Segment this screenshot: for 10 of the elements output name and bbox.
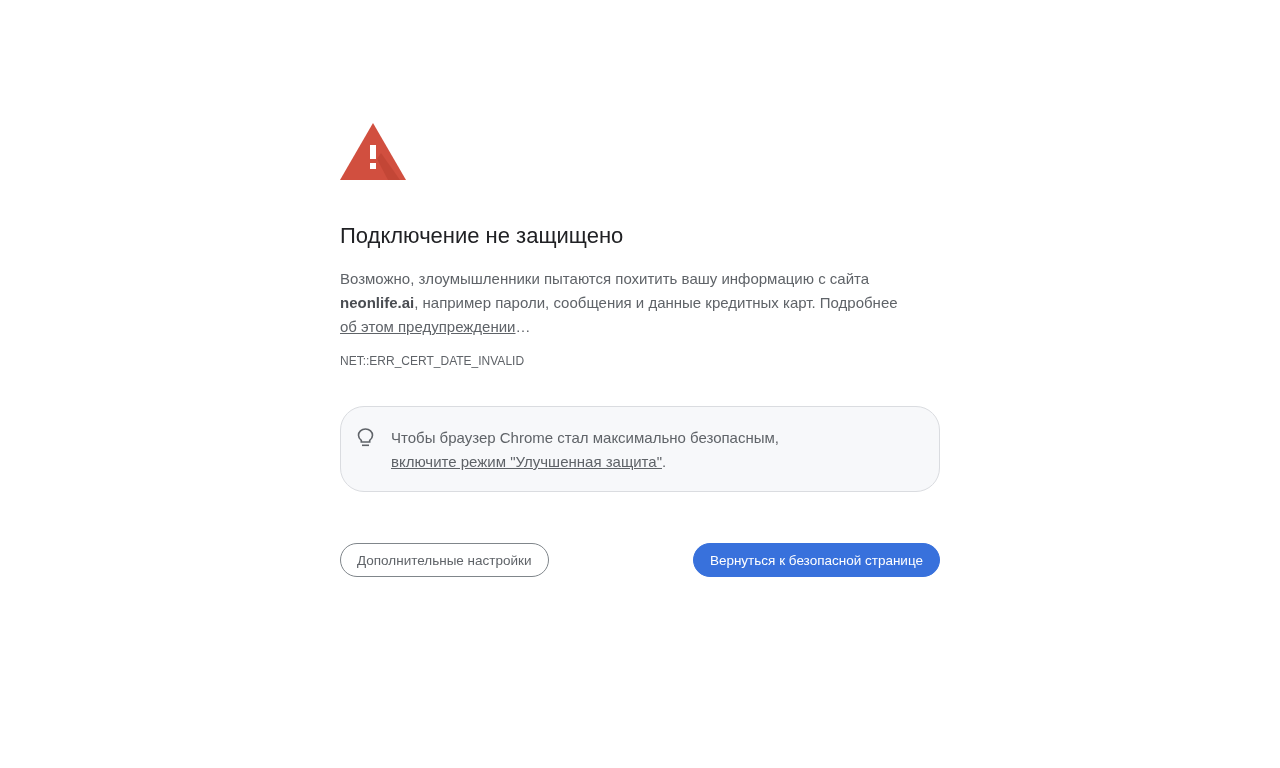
back-to-safety-button[interactable]: Вернуться к безопасной странице [692,543,940,577]
tip-text: Чтобы браузер Chrome стал максимально безопасным, включите режим "Улучшенная защита". [391,428,780,472]
error-code: NET::ERR_CERT_DATE_INVALID [340,353,526,369]
enhanced-protection-link[interactable]: включите режим "Улучшенная защита" [391,453,662,470]
lightbulb-icon [357,428,374,447]
page-title: Подключение не защищено [340,222,625,250]
learn-more-link[interactable]: об этом предупреждении [340,318,516,335]
advanced-settings-button[interactable]: Дополнительные настройки [340,543,549,577]
warning-triangle-icon [340,123,406,180]
warning-description: Возможно, злоумышленники пытаются похитить вашу информацию с сайта neonlife.ai, например пароли, сообщения и данные кредитных карт. Подробнее об этом предупреждении… [340,269,899,337]
